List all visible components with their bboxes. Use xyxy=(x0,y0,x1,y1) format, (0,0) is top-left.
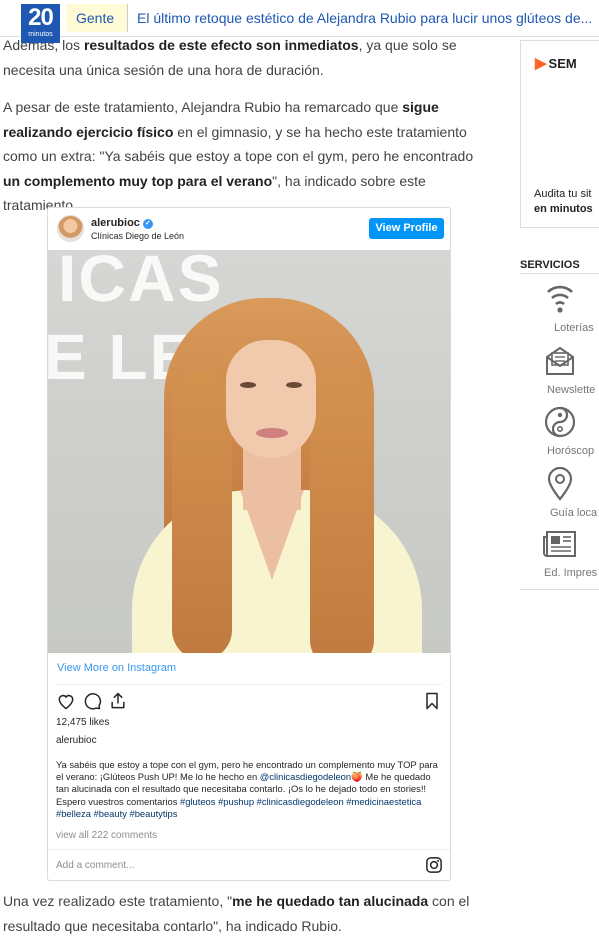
peach-emoji: 🍑 xyxy=(351,771,363,783)
view-comments-link[interactable]: view all 222 comments xyxy=(56,830,157,841)
article-paragraph: Además, los resultados de este efecto so… xyxy=(3,37,457,78)
services-title: SERVICIOS xyxy=(520,259,580,271)
avatar[interactable] xyxy=(57,215,84,242)
divider xyxy=(520,273,599,274)
instagram-photo[interactable]: ICAS E LEÓ xyxy=(48,250,450,653)
likes-count[interactable]: 12,475 likes xyxy=(56,717,109,728)
instagram-embed: alerubioc ✓ Clínicas Diego de León View P… xyxy=(47,207,451,881)
photo-face xyxy=(226,340,316,458)
comment-icon[interactable] xyxy=(82,691,102,711)
instagram-header: alerubioc ✓ Clínicas Diego de León View P… xyxy=(48,208,450,250)
fire-icon: ▶ xyxy=(535,55,547,72)
service-horoscope[interactable]: Horóscop xyxy=(520,405,599,465)
verified-icon: ✓ xyxy=(142,219,153,229)
post-caption: Ya sabéis que estoy a tope con el gym, p… xyxy=(56,759,438,819)
photo-neckline xyxy=(240,490,304,580)
ad-text: Audita tu sit xyxy=(534,188,592,200)
service-label: Loterías xyxy=(554,322,594,334)
heart-icon[interactable] xyxy=(56,691,76,711)
service-lotteries[interactable]: Loterías xyxy=(520,282,599,342)
divider xyxy=(520,589,599,590)
divider xyxy=(48,849,450,850)
top-bar: 20 minutos Gente El último retoque estét… xyxy=(0,0,599,43)
bookmark-icon[interactable] xyxy=(422,691,442,711)
service-label: Ed. Impres xyxy=(544,567,598,579)
article-paragraph: A pesar de este tratamiento, Alejandra R… xyxy=(3,99,474,213)
newspaper-icon xyxy=(542,531,576,557)
instagram-logo-icon[interactable] xyxy=(425,856,443,874)
photo-eye xyxy=(240,382,256,388)
add-comment-input[interactable]: Add a comment... xyxy=(56,860,134,871)
photo-hair-right xyxy=(310,370,374,653)
photo-background-text: ICAS xyxy=(58,250,224,315)
newsletter-icon xyxy=(545,346,574,375)
photo-lips xyxy=(256,428,288,438)
instagram-actions xyxy=(56,691,442,711)
ad-logo: ▶ SEM xyxy=(535,55,577,72)
service-label: Horóscop xyxy=(547,445,595,457)
service-label: Newslette xyxy=(547,384,596,396)
service-newsletter[interactable]: Newslette xyxy=(520,344,599,404)
site-logo[interactable]: 20 minutos xyxy=(21,4,60,43)
service-label: Guía loca xyxy=(550,507,598,519)
instagram-username[interactable]: alerubioc xyxy=(91,217,140,229)
photo-eye xyxy=(286,382,302,388)
share-icon[interactable] xyxy=(108,691,128,711)
service-print-edition[interactable]: Ed. Impres xyxy=(520,529,599,589)
article-headline[interactable]: El último retoque estético de Alejandra … xyxy=(137,4,597,32)
logo-number: 20 xyxy=(28,4,54,31)
logo-sub: minutos xyxy=(28,31,53,38)
service-local-guide[interactable]: Guía loca xyxy=(520,467,599,527)
photo-hair-left xyxy=(172,370,232,653)
horoscope-icon xyxy=(544,406,575,438)
mention-link[interactable]: @clinicasdiegodeleon xyxy=(260,771,351,782)
article-paragraph: Una vez realizado este tratamiento, "me … xyxy=(3,893,470,934)
ad-text: en minutos xyxy=(534,203,593,215)
post-owner[interactable]: alerubioc xyxy=(56,735,97,746)
sidebar-ad[interactable]: ▶ SEM Audita tu sit en minutos xyxy=(520,40,599,228)
view-profile-button[interactable]: View Profile xyxy=(369,218,444,239)
lottery-icon xyxy=(546,285,573,313)
section-link[interactable]: Gente xyxy=(66,4,128,32)
instagram-location[interactable]: Clínicas Diego de León xyxy=(91,231,184,241)
view-more-link[interactable]: View More on Instagram xyxy=(57,662,176,674)
divider xyxy=(56,684,442,685)
location-icon xyxy=(547,467,572,501)
